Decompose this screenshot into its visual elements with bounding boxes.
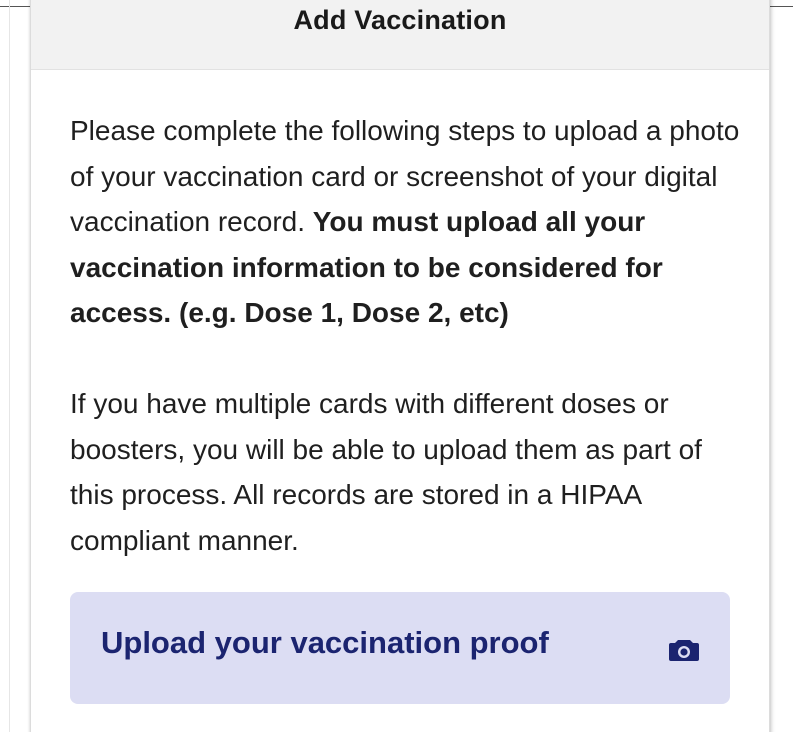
instructions-paragraph: Please complete the following steps to u… — [70, 108, 740, 336]
upload-vaccination-proof-button[interactable]: Upload your vaccination proof — [70, 592, 730, 704]
add-vaccination-modal: Add Vaccination Please complete the foll… — [30, 0, 770, 732]
modal-header: Add Vaccination — [31, 0, 769, 70]
multiple-cards-paragraph: If you have multiple cards with differen… — [70, 388, 702, 556]
upload-button-label: Upload your vaccination proof — [101, 625, 549, 660]
modal-title: Add Vaccination — [293, 5, 507, 35]
camera-icon — [669, 640, 699, 661]
left-divider — [9, 0, 10, 732]
page: Add Vaccination Please complete the foll… — [0, 0, 793, 732]
